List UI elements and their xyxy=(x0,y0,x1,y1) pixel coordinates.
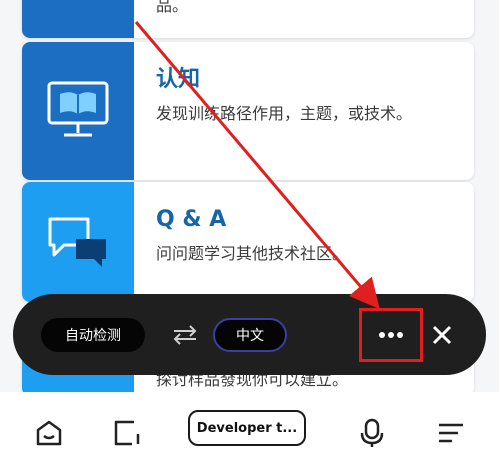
content-card[interactable]: 品。 xyxy=(22,0,474,38)
more-dots-icon xyxy=(379,332,403,338)
address-bar[interactable]: Developer t... xyxy=(188,410,306,446)
card-title: Q & A xyxy=(156,207,227,232)
swap-arrows-icon[interactable] xyxy=(171,324,199,346)
more-options-button[interactable] xyxy=(359,308,423,362)
card-icon-panel xyxy=(22,0,134,38)
close-button[interactable] xyxy=(427,320,457,350)
monitor-book-icon xyxy=(47,81,109,137)
card-description: 发现训练路径作用，主题，或技术。 xyxy=(156,104,413,123)
card-title: 认知 xyxy=(156,67,201,92)
microphone-icon[interactable] xyxy=(357,418,387,448)
card-icon-panel xyxy=(22,42,134,180)
home-icon[interactable] xyxy=(34,418,64,448)
browser-bottom-bar: Developer t... xyxy=(0,392,499,451)
chat-bubbles-icon xyxy=(48,217,106,267)
card-description: 品。 xyxy=(156,0,189,15)
card-icon-panel xyxy=(22,182,134,302)
content-card-cognition[interactable]: 认知 发现训练路径作用，主题，或技术。 xyxy=(22,42,474,180)
menu-icon[interactable] xyxy=(436,418,466,448)
content-card-qa[interactable]: Q & A 问问题学习其他技术社区。 xyxy=(22,182,474,302)
card-description: 问问题学习其他技术社区。 xyxy=(156,244,349,263)
source-language-button[interactable]: 自动检测 xyxy=(41,318,145,352)
translate-toolbar: 自动检测 中文 xyxy=(13,294,486,375)
target-language-button[interactable]: 中文 xyxy=(213,318,287,352)
close-icon xyxy=(432,325,452,345)
tabs-icon[interactable] xyxy=(112,418,142,448)
